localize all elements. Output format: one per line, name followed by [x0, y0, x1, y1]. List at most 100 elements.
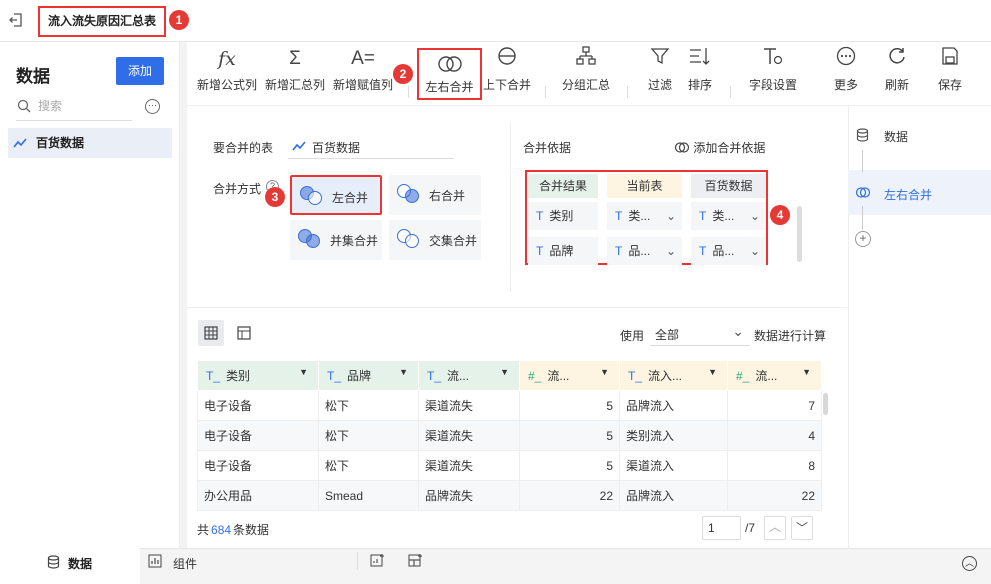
calc-label: 数据进行计算	[754, 329, 827, 343]
add-summary-column-button[interactable]: Σ 新增汇总列	[264, 46, 326, 93]
config-divider	[510, 122, 511, 292]
tab-components[interactable]: 组件	[173, 555, 197, 572]
filter-icon	[642, 46, 678, 72]
save-button[interactable]: 保存	[934, 46, 966, 93]
chevron-down-icon: ⌄	[732, 323, 744, 339]
exit-icon[interactable]	[8, 12, 24, 28]
mapping-current-select[interactable]: T 品... ⌄	[607, 237, 682, 265]
more-icon	[830, 46, 862, 72]
table-row: 电子设备 松下 渠道流失 5 品牌流入 7	[197, 390, 822, 421]
filter-button[interactable]: 过滤	[642, 46, 678, 93]
refresh-icon	[881, 46, 913, 72]
layout-view-icon[interactable]	[231, 320, 257, 346]
database-icon	[856, 128, 869, 145]
total-count: 共 684 条数据	[197, 523, 270, 537]
report-tab[interactable]: 流入流失原因汇总表	[38, 6, 167, 37]
table-row: 办公用品 Smead 品牌流失 22 品牌流入 22	[197, 480, 822, 511]
mapping-current-select[interactable]: T 类... ⌄	[607, 202, 682, 230]
sort-button[interactable]: 排序	[682, 46, 718, 93]
top-bottom-merge-button[interactable]: 上下合并	[482, 46, 532, 93]
union-merge-option[interactable]: 并集合并	[290, 220, 382, 260]
merge-method-label: 合并方式	[213, 182, 262, 196]
column-header[interactable]: T_ 类别 ▼	[197, 360, 319, 391]
mapping-result-cell[interactable]: T 类别	[528, 202, 598, 230]
sigma-icon: Σ	[289, 48, 301, 69]
add-component-icon[interactable]	[370, 553, 385, 571]
page-input[interactable]: 1	[702, 516, 741, 540]
toolbar-separator	[627, 86, 628, 98]
tab-data-label: 数据	[68, 557, 93, 571]
prev-page-icon[interactable]: ︿	[764, 516, 786, 540]
step-badge-1: 1	[169, 10, 189, 30]
merge-table-label: 要合并的表	[213, 141, 274, 155]
add-assign-column-button[interactable]: A= 新增赋值列	[332, 46, 394, 93]
step-badge-2: 2	[393, 64, 413, 84]
table-scrollbar[interactable]	[823, 393, 828, 415]
data-table: T_ 类别 ▼ T_ 品牌 ▼ T_ 流... ▼ #_ 流... ▼ T_ 流入... ▼ #_ 流…	[197, 360, 822, 511]
add-formula-column-button[interactable]: fx 新增公式列	[196, 46, 258, 93]
step-connector	[862, 150, 863, 172]
merge-table-field[interactable]: 百货数据	[288, 131, 454, 159]
add-dashboard-icon[interactable]	[408, 553, 423, 571]
stack-icon	[482, 46, 532, 72]
intersect-merge-option[interactable]: 交集合并	[389, 220, 481, 260]
table-row: 电子设备 松下 渠道流失 5 渠道流入 8	[197, 450, 822, 481]
right-merge-option[interactable]: 右合并	[389, 175, 481, 215]
page-total: /7	[745, 521, 756, 535]
column-header[interactable]: #_ 流... ▼	[727, 360, 822, 391]
sort-icon	[682, 46, 718, 72]
venn-icon	[419, 50, 480, 76]
add-merge-basis-link[interactable]: 添加合并依据	[674, 139, 765, 156]
mapping-scrollbar[interactable]	[797, 206, 802, 262]
mapping-source-select[interactable]: T 类... ⌄	[691, 202, 766, 230]
panel-splitter[interactable]	[180, 42, 187, 548]
mapping-header-source: 百货数据	[691, 174, 766, 198]
add-step-icon[interactable]: +	[855, 231, 871, 247]
more-button[interactable]: 更多	[830, 46, 862, 93]
grid-view-icon[interactable]	[198, 320, 224, 346]
add-button[interactable]: 添加	[116, 57, 164, 85]
group-summary-button[interactable]: 分组汇总	[560, 46, 612, 93]
chevron-down-icon: ⌄	[749, 244, 760, 258]
toolbar-separator	[408, 86, 409, 98]
mapping-header-current: 当前表	[607, 174, 682, 198]
column-header[interactable]: T_ 流... ▼	[418, 360, 520, 391]
use-label: 使用	[620, 329, 645, 343]
mapping-header-result: 合并结果	[528, 174, 598, 198]
column-header[interactable]: #_ 流... ▼	[519, 360, 620, 391]
mapping-source-select[interactable]: T 品... ⌄	[691, 237, 766, 265]
database-icon	[47, 555, 60, 572]
step-merge-label: 左右合并	[884, 188, 933, 202]
more-options-icon[interactable]: ···	[145, 99, 160, 114]
collapse-up-icon[interactable]: ︿	[962, 556, 977, 571]
assign-icon: A=	[351, 48, 375, 69]
refresh-button[interactable]: 刷新	[881, 46, 913, 93]
chevron-down-icon: ⌄	[665, 244, 676, 258]
column-header[interactable]: T_ 流入... ▼	[619, 360, 728, 391]
search-icon	[17, 99, 31, 116]
chevron-down-icon: ⌄	[749, 209, 760, 223]
search-input[interactable]: 搜索	[16, 95, 132, 121]
step-data[interactable]: 数据	[884, 128, 908, 145]
left-merge-option[interactable]: 左合并	[290, 175, 382, 215]
merge-basis-label: 合并依据	[523, 141, 572, 155]
field-settings-button[interactable]: 字段设置	[746, 46, 800, 93]
use-select[interactable]: 全部 ⌄	[650, 320, 750, 346]
mapping-result-cell[interactable]: T 品牌	[528, 237, 598, 265]
left-panel-title: 数据	[16, 67, 50, 86]
column-header[interactable]: T_ 品牌 ▼	[318, 360, 419, 391]
left-right-merge-button[interactable]: 左右合并	[417, 48, 482, 100]
dataset-icon	[13, 136, 27, 153]
group-icon	[560, 46, 612, 72]
step-connector	[862, 206, 863, 230]
save-icon	[934, 46, 966, 72]
chart-icon	[148, 554, 162, 571]
dataset-icon	[292, 141, 306, 151]
toolbar-separator	[545, 86, 546, 98]
venn-icon	[674, 142, 690, 153]
dataset-item[interactable]: 百货数据	[8, 128, 172, 158]
toolbar-separator	[730, 86, 731, 98]
bottom-divider	[357, 552, 358, 570]
next-page-icon[interactable]: ﹀	[791, 516, 813, 540]
step-badge-4: 4	[770, 205, 790, 225]
